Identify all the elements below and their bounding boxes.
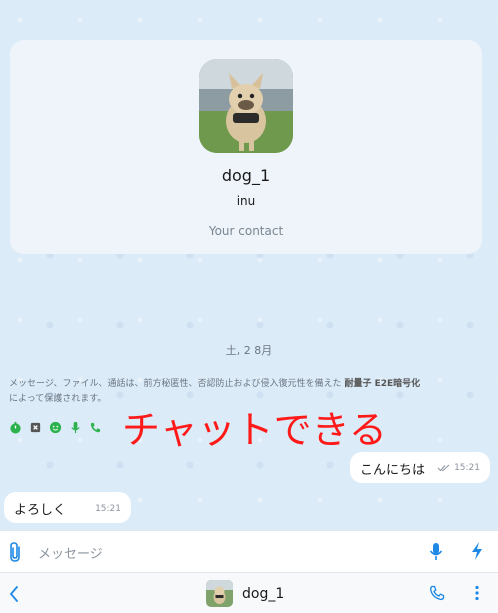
contact-name: dog_1	[221, 166, 271, 185]
smile-plus-icon	[49, 421, 62, 434]
message-input[interactable]: メッセージ	[38, 543, 103, 562]
message-outgoing[interactable]: こんにちは 15:21	[350, 452, 490, 483]
date-separator: 土, 2 8月	[225, 344, 273, 357]
more-icon[interactable]	[474, 585, 480, 601]
message-text: よろしく	[14, 503, 67, 518]
message-incoming[interactable]: よろしく 15:21	[4, 492, 131, 523]
e2e-notice-bold: 耐量子 E2E暗号化	[344, 379, 421, 389]
paperclip-icon[interactable]	[7, 541, 23, 563]
message-time: 15:21	[454, 463, 480, 473]
timer-icon	[10, 421, 21, 434]
back-icon[interactable]	[9, 586, 19, 602]
chat-header-bar: dog_1	[0, 572, 498, 613]
mic-icon[interactable]	[429, 542, 443, 562]
overlay-caption: チャットできる	[122, 408, 387, 452]
composer-bar: メッセージ	[0, 530, 498, 572]
file-x-icon	[30, 422, 41, 433]
contact-subtitle: inu	[236, 194, 256, 208]
phone-icon[interactable]	[429, 585, 445, 601]
e2e-feature-icons	[9, 421, 102, 434]
phone-small-icon	[90, 422, 101, 433]
message-text: こんにちは	[360, 463, 426, 478]
bolt-icon[interactable]	[470, 541, 484, 561]
e2e-notice-suffix: によって保護されます。	[9, 394, 107, 404]
contact-note: Your contact	[208, 224, 284, 238]
e2e-notice[interactable]: メッセージ、ファイル、通話は、前方秘匿性、否認防止および侵入復元性を備えた 耐量…	[9, 377, 429, 407]
contact-avatar[interactable]	[199, 59, 293, 153]
double-check-icon	[437, 464, 450, 472]
message-time: 15:21	[95, 504, 121, 514]
e2e-notice-prefix: メッセージ、ファイル、通話は、前方秘匿性、否認防止および侵入復元性を備えた	[9, 379, 342, 389]
message-meta: 15:21	[437, 463, 480, 473]
mic-small-icon	[71, 421, 80, 434]
header-contact-name[interactable]: dog_1	[242, 586, 284, 602]
contact-avatar-small[interactable]	[206, 580, 233, 607]
